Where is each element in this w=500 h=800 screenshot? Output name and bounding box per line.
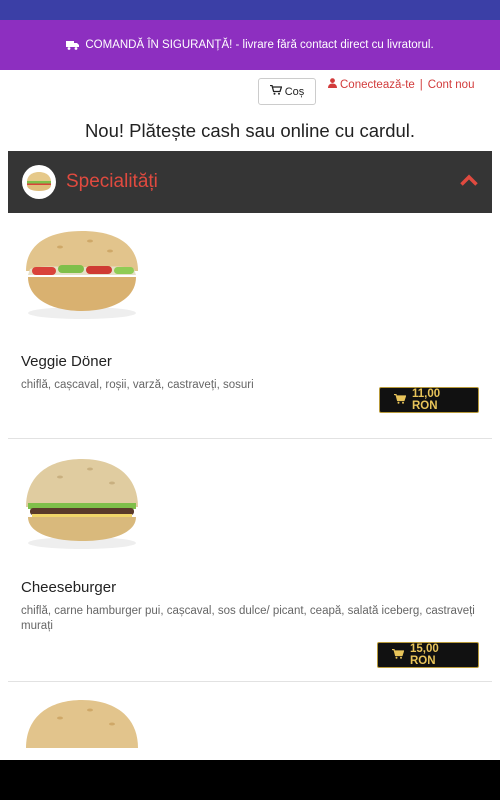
- product-price: 15,00 RON: [410, 643, 439, 667]
- product-image: [8, 439, 492, 569]
- product-name: Cheeseburger: [21, 579, 117, 596]
- product-card: Cheeseburger chiflă, carne hamburger pui…: [8, 439, 492, 682]
- chevron-up-icon[interactable]: [460, 173, 478, 191]
- cart-icon: [269, 84, 283, 98]
- product-description: chiflă, carne hamburger pui, cașcaval, s…: [21, 605, 475, 632]
- category-thumbnail: [22, 165, 56, 199]
- cart-icon: [394, 393, 407, 407]
- promo-text: COMANDĂ ÎN SIGURANȚĂ! - livrare fără con…: [85, 39, 434, 51]
- account-separator: |: [419, 78, 423, 91]
- truck-icon: [66, 40, 80, 50]
- product-card: Veggie Döner chiflă, cașcaval, roșii, va…: [8, 213, 492, 439]
- product-name: Veggie Döner: [21, 353, 112, 370]
- cart-label: Coș: [284, 85, 305, 98]
- top-bar: [0, 0, 500, 20]
- cart-button[interactable]: Coș: [258, 78, 316, 105]
- product-image: [8, 682, 492, 760]
- account-links: Conectează-te | Cont nou: [328, 78, 474, 91]
- add-to-cart-button[interactable]: 15,00 RON: [377, 642, 479, 668]
- register-link[interactable]: Cont nou: [428, 79, 475, 91]
- user-icon: [328, 78, 337, 91]
- product-price: 11,00 RON: [412, 388, 441, 412]
- product-image: [8, 213, 492, 343]
- payment-notice: Nou! Plătește cash sau online cu cardul.: [84, 120, 416, 141]
- page: COMANDĂ ÎN SIGURANȚĂ! - livrare fără con…: [0, 0, 500, 760]
- header: Coș Conectează-te | Cont nou: [0, 70, 500, 114]
- product-card: [8, 682, 492, 760]
- cart-icon: [392, 648, 405, 662]
- category-header[interactable]: Specialități: [8, 151, 492, 213]
- category-title: Specialități: [66, 171, 158, 192]
- add-to-cart-button[interactable]: 11,00 RON: [379, 387, 479, 413]
- login-link[interactable]: Conectează-te: [340, 79, 415, 91]
- promo-banner: COMANDĂ ÎN SIGURANȚĂ! - livrare fără con…: [0, 20, 500, 70]
